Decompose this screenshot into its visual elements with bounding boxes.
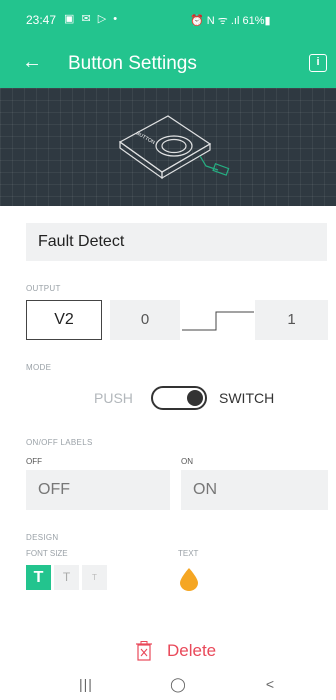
system-status-icons: ⏰ N ᯤ .ıl 61%▮ [190,15,271,27]
notification-icons: ▣ ✉ ▷ • [64,13,120,25]
off-caption: OFF [26,457,42,466]
button-device-illustration: BUTTON [118,115,230,180]
pulse-line-icon [182,311,254,331]
widget-preview: BUTTON [0,88,336,206]
mode-toggle[interactable] [151,386,207,410]
off-label-input[interactable]: OFF [26,470,170,510]
status-time: 23:47 [26,13,57,27]
toggle-knob [187,390,203,406]
font-size-label: FONT SIZE [26,549,68,558]
text-color-label: TEXT [178,549,199,558]
font-size-small-button[interactable]: T [82,565,107,590]
font-size-large-button[interactable]: T [26,565,51,590]
mode-section-label: MODE [26,363,52,372]
output-max-input[interactable]: 1 [255,300,328,340]
app-bar: ← Button Settings i [0,40,336,88]
pin-selector[interactable]: V2 [26,300,102,340]
delete-button[interactable]: Delete [0,636,336,668]
status-bar: 23:47 ▣ ✉ ▷ • ⏰ N ᯤ .ıl 61%▮ [0,0,336,40]
design-section-label: DESIGN [26,533,59,542]
info-icon[interactable]: i [309,54,327,72]
back-arrow-icon[interactable]: ← [22,50,46,74]
text-color-drop-icon[interactable] [178,567,200,591]
home-icon[interactable]: ◯ [166,676,190,696]
on-caption: ON [181,457,193,466]
widget-name-input[interactable]: Fault Detect [26,223,327,261]
delete-label: Delete [167,641,217,660]
system-back-icon[interactable]: < [258,676,282,696]
mode-push-label[interactable]: PUSH [94,390,133,406]
output-section-label: OUTPUT [26,284,61,293]
mode-switch-label[interactable]: SWITCH [219,390,274,406]
trash-icon [136,641,152,661]
page-title: Button Settings [68,53,197,74]
system-nav-bar: ||| ◯ < [0,670,336,700]
device-label: BUTTON [135,131,156,147]
labels-section-label: ON/OFF LABELS [26,438,93,447]
recents-icon[interactable]: ||| [74,676,98,696]
on-label-input[interactable]: ON [181,470,328,510]
font-size-medium-button[interactable]: T [54,565,79,590]
output-min-input[interactable]: 0 [110,300,180,340]
